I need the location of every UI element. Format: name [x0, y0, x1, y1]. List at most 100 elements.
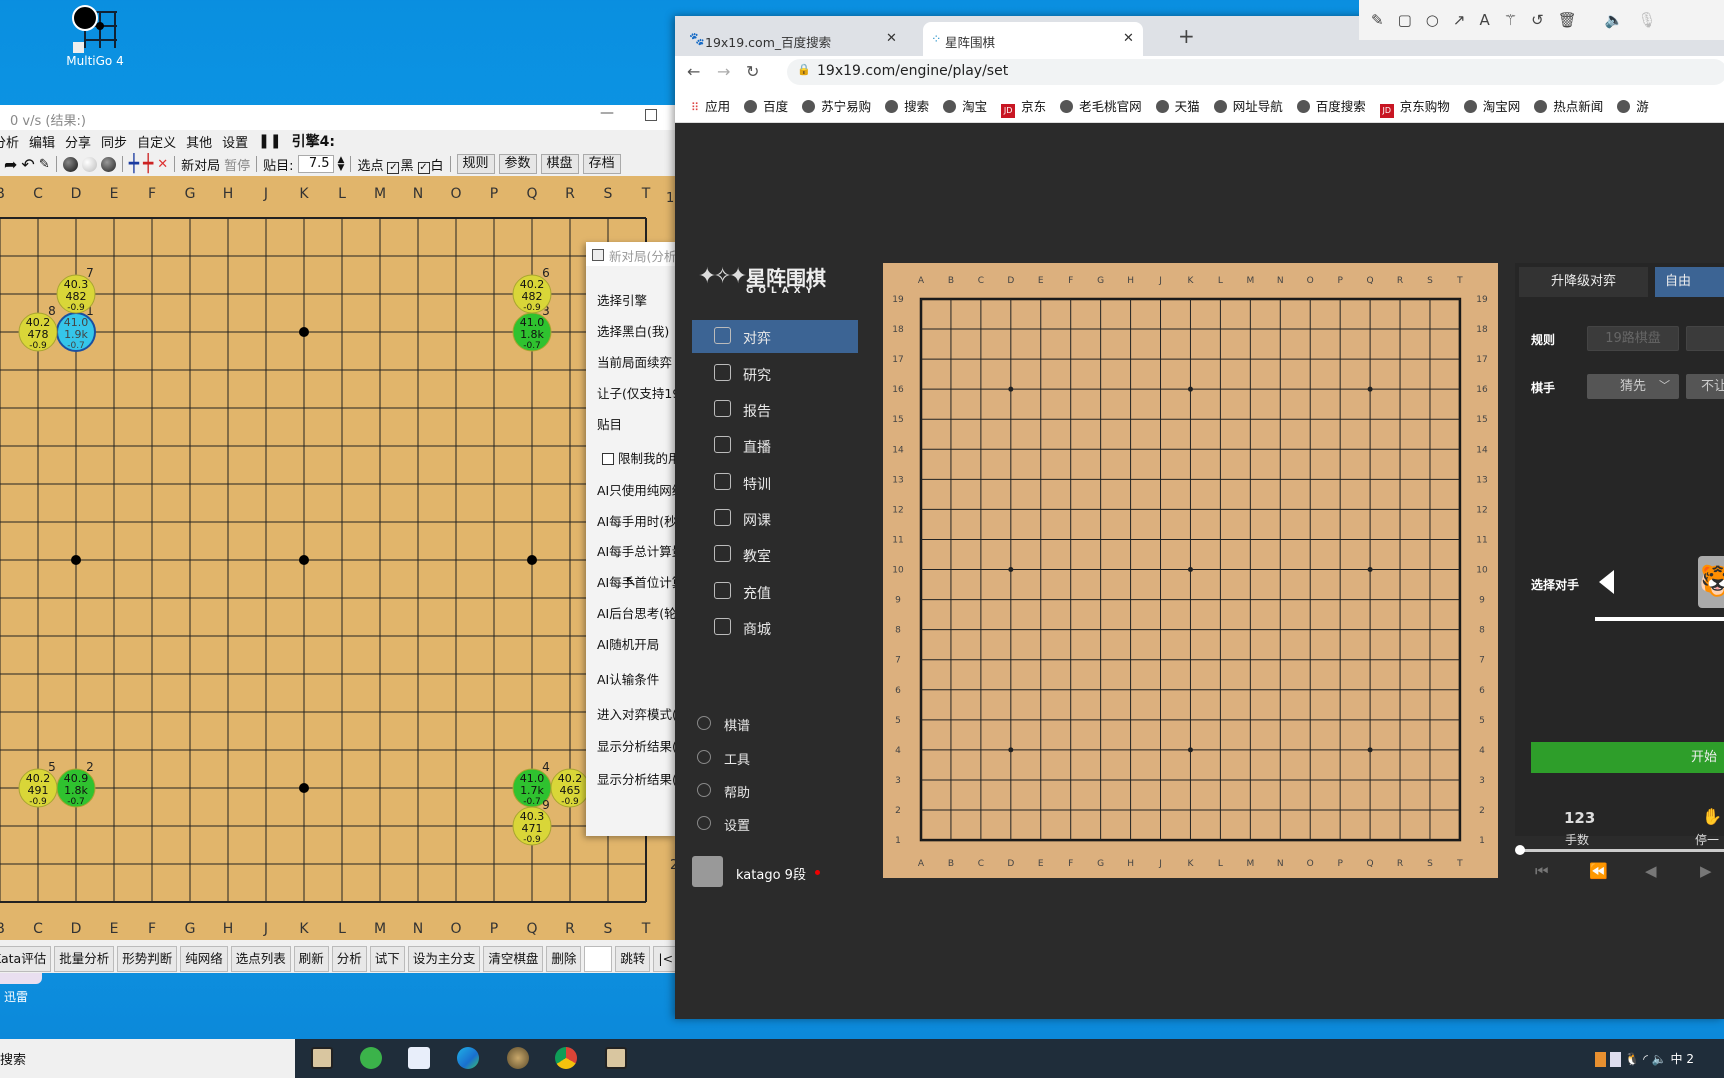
- bookmark-item[interactable]: 游: [1617, 96, 1649, 122]
- close-tab-icon[interactable]: ✕: [1123, 31, 1134, 46]
- url-input[interactable]: 🔒 19x19.com/engine/play/set: [787, 59, 1724, 85]
- golaxy-board[interactable]: AABBCCDDEEFFGGHHJJKKLLMMNNOOPPQQRRSSTT1 1…: [883, 263, 1498, 878]
- rules-button[interactable]: 规则: [456, 154, 495, 174]
- analysis-board[interactable]: AABBCCDDEEFFGGHHJJKKLLMMNNOOPPQQRRSSTT19…: [0, 176, 675, 940]
- text-icon[interactable]: A: [1479, 11, 1489, 29]
- minimize-button[interactable]: —: [600, 105, 614, 121]
- back-icon[interactable]: ←: [687, 62, 700, 81]
- bookmark-item[interactable]: ⠿ 应用: [691, 96, 730, 122]
- forward-icon[interactable]: →: [717, 62, 730, 81]
- next-move-icon[interactable]: ▶: [1700, 862, 1712, 880]
- opponent-tiger-avatar[interactable]: 🐯: [1698, 556, 1724, 608]
- alternate-stone-icon[interactable]: [100, 156, 116, 172]
- tray-feishu-icon[interactable]: [1609, 1052, 1621, 1067]
- volume-icon[interactable]: 🔈: [1652, 1052, 1667, 1066]
- menu-sync[interactable]: 同步: [101, 132, 127, 151]
- bookmark-item[interactable]: 百度: [744, 96, 788, 122]
- dialog-option[interactable]: 选择黑白(我): [597, 321, 669, 340]
- bookmark-item[interactable]: 网址导航: [1213, 96, 1283, 122]
- new-tab-button[interactable]: +: [1178, 24, 1195, 48]
- bookmark-item[interactable]: JD 京东: [1001, 96, 1046, 122]
- dialog-option[interactable]: AI只使用纯网络: [597, 480, 675, 499]
- handicap-select[interactable]: 不让: [1686, 374, 1724, 399]
- pass-hand-icon[interactable]: ✋: [1702, 807, 1722, 826]
- white-stone-icon[interactable]: [81, 156, 97, 172]
- bottom-button[interactable]: 清空棋盘: [483, 946, 544, 972]
- bottom-button[interactable]: 批量分析: [54, 946, 115, 972]
- nav-item[interactable]: 商城: [692, 611, 858, 644]
- red-cross-icon[interactable]: ┿: [143, 154, 153, 174]
- pencil-icon[interactable]: ✎: [39, 157, 50, 172]
- dialog-option[interactable]: AI随机开局: [597, 634, 659, 653]
- new-game-button[interactable]: 新对局: [181, 155, 220, 174]
- komi-stepper[interactable]: ▲ ▼: [338, 156, 345, 173]
- tab-free-play[interactable]: 自由: [1655, 267, 1724, 297]
- nav-item[interactable]: 直播: [692, 429, 858, 462]
- nav-bottom-item[interactable]: 设置: [697, 815, 750, 834]
- back-arrow-icon[interactable]: ↶: [21, 155, 34, 174]
- trash-icon[interactable]: 🗑: [1558, 11, 1577, 29]
- bookmark-item[interactable]: 搜索: [885, 96, 929, 122]
- first-move-icon[interactable]: ⏮: [1535, 862, 1549, 880]
- ie-360-browser-icon[interactable]: [360, 1047, 382, 1069]
- reload-icon[interactable]: ↻: [746, 62, 759, 81]
- wifi-icon[interactable]: ◜: [1643, 1052, 1648, 1066]
- nav-item[interactable]: 教室: [692, 538, 858, 571]
- speaker-icon[interactable]: 🔈: [1605, 11, 1624, 29]
- nav-bottom-item[interactable]: 工具: [697, 749, 750, 768]
- limit-checkbox[interactable]: [602, 453, 614, 465]
- menu-other[interactable]: 其他: [186, 132, 212, 151]
- black-stone-icon[interactable]: [62, 156, 78, 172]
- opponent-slider[interactable]: [1595, 617, 1724, 621]
- circle-icon[interactable]: ○: [1426, 11, 1439, 29]
- bottom-button[interactable]: 选点列表: [230, 946, 291, 972]
- menu-settings[interactable]: 设置: [222, 132, 248, 151]
- chrome-icon[interactable]: [555, 1047, 577, 1069]
- close-tab-icon[interactable]: ✕: [886, 31, 897, 46]
- pause-icon[interactable]: ❚❚: [258, 133, 281, 149]
- bottom-button[interactable]: Kata评估: [0, 946, 52, 972]
- nav-bottom-item[interactable]: 棋谱: [697, 715, 750, 734]
- pause-button[interactable]: 暂停: [224, 155, 250, 174]
- save-button[interactable]: 存档: [582, 154, 621, 174]
- dialog-option[interactable]: 显示分析结果(: [597, 769, 675, 788]
- prev-opponent-arrow-icon[interactable]: [1599, 570, 1614, 594]
- multigo-taskbar-icon-2[interactable]: [605, 1047, 627, 1069]
- multigo-shortcut[interactable]: MultiGo 4: [60, 4, 130, 68]
- magic-wand-icon[interactable]: ⚚: [1504, 11, 1517, 29]
- dialog-option[interactable]: 选择引擎: [597, 290, 647, 309]
- bottom-button[interactable]: 刷新: [293, 946, 329, 972]
- nav-bottom-item[interactable]: 帮助: [697, 782, 750, 801]
- board-button[interactable]: 棋盘: [540, 154, 579, 174]
- dialog-option[interactable]: 进入对弈模式(: [597, 704, 675, 723]
- start-game-button[interactable]: 开始: [1531, 742, 1724, 773]
- ime-indicator[interactable]: 中: [1671, 1052, 1683, 1066]
- nav-item[interactable]: 网课: [692, 502, 858, 535]
- tab-ranked-play[interactable]: 升降级对弈: [1519, 267, 1648, 297]
- player-select[interactable]: 猜先 ﹀: [1587, 374, 1679, 399]
- slider-handle[interactable]: [1515, 845, 1525, 855]
- jump-button[interactable]: 跳转: [615, 946, 651, 972]
- tray-qq-icon[interactable]: 🐧: [1624, 1052, 1639, 1066]
- jump-move-input[interactable]: [584, 946, 613, 972]
- komi-input[interactable]: 7.5: [297, 155, 334, 173]
- nav-item[interactable]: 特训: [692, 466, 858, 499]
- bookmark-item[interactable]: 淘宝: [943, 96, 987, 122]
- blue-cross-icon[interactable]: ┿: [129, 154, 139, 174]
- menu-analysis[interactable]: 分析: [0, 132, 19, 151]
- delete-x-icon[interactable]: ✕: [157, 157, 168, 172]
- bookmark-item[interactable]: 苏宁易购: [802, 96, 871, 122]
- dialog-option[interactable]: 当前局面续弈: [597, 352, 672, 371]
- dialog-option[interactable]: AI后台思考(轮: [597, 603, 675, 622]
- menu-custom[interactable]: 自定义: [137, 132, 176, 151]
- mic-icon[interactable]: 🎙: [1637, 11, 1656, 29]
- dialog-option[interactable]: AI每手总计算量: [597, 541, 675, 560]
- candidate-move[interactable]: 40.2465-0.9: [550, 768, 590, 808]
- dialog-option[interactable]: 显示分析结果(: [597, 736, 675, 755]
- undo-arrow-icon[interactable]: ➦: [4, 155, 17, 174]
- params-button[interactable]: 参数: [498, 154, 537, 174]
- nav-item[interactable]: 对弈: [692, 320, 858, 353]
- dialog-option[interactable]: 限制我的用: [602, 448, 675, 467]
- maximize-button[interactable]: [645, 109, 657, 121]
- menu-edit[interactable]: 编辑: [29, 132, 55, 151]
